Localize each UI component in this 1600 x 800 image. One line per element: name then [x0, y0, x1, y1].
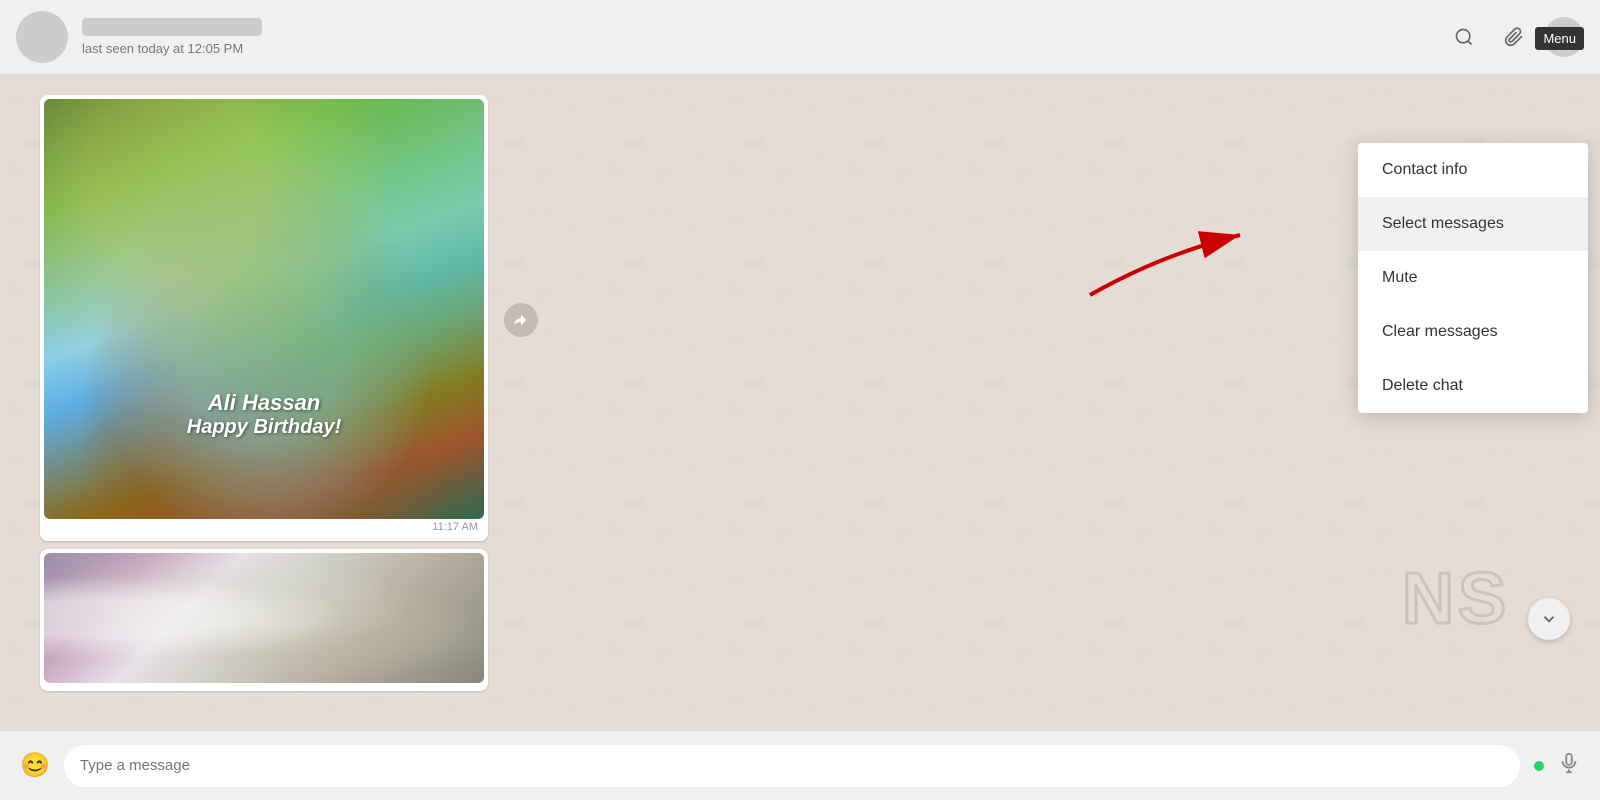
select-messages-menu-item[interactable]: Select messages: [1358, 197, 1588, 251]
chat-header: last seen today at 12:05 PM Menu: [0, 0, 1600, 75]
contact-info-menu-item[interactable]: Contact info: [1358, 143, 1588, 197]
mic-button[interactable]: [1558, 752, 1580, 780]
clear-messages-menu-item[interactable]: Clear messages: [1358, 305, 1588, 359]
input-bar: 😊: [0, 730, 1600, 800]
flowers-image: [44, 553, 484, 683]
paperclip-icon: [1504, 27, 1524, 47]
avatar[interactable]: [16, 11, 68, 63]
scroll-to-bottom-button[interactable]: [1528, 598, 1570, 640]
delete-chat-menu-item[interactable]: Delete chat: [1358, 359, 1588, 413]
menu-tooltip: Menu: [1535, 27, 1584, 50]
search-button[interactable]: [1444, 17, 1484, 57]
contact-name-placeholder: [82, 18, 262, 36]
message-input[interactable]: [64, 745, 1520, 787]
forward-icon: [513, 312, 529, 328]
forward-button[interactable]: [504, 303, 538, 337]
cake-image: Ali Hassan Happy Birthday!: [44, 99, 484, 519]
contact-status: last seen today at 12:05 PM: [82, 41, 1444, 56]
send-dot: [1534, 761, 1544, 771]
emoji-button[interactable]: 😊: [20, 751, 50, 780]
message-bubble-1: Ali Hassan Happy Birthday! 11:17 AM: [40, 95, 488, 541]
chat-area: ♥ 💬 ★ 📷 ♪ ☎ ✿ ⏰: [0, 75, 1600, 730]
message-bubble-2: [40, 549, 488, 691]
attachment-button[interactable]: [1494, 17, 1534, 57]
search-icon: [1454, 27, 1474, 47]
cake-text: Ali Hassan Happy Birthday!: [187, 390, 341, 439]
chevron-down-icon: [1540, 610, 1558, 628]
mic-icon: [1558, 752, 1580, 774]
context-menu: Contact info Select messages Mute Clear …: [1358, 143, 1588, 413]
header-actions: Menu: [1444, 17, 1584, 57]
message-time-1: 11:17 AM: [44, 519, 484, 533]
mute-menu-item[interactable]: Mute: [1358, 251, 1588, 305]
contact-details: last seen today at 12:05 PM: [82, 18, 1444, 56]
